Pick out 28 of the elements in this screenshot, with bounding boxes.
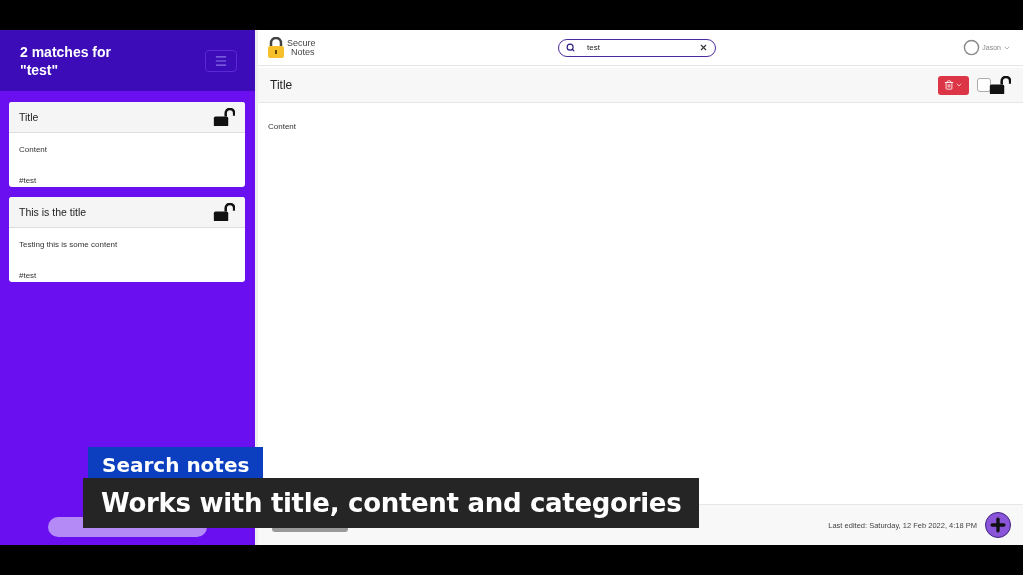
note-content: Testing this is some content [19,240,119,249]
note-card[interactable]: Title Content #test [9,102,245,187]
trash-icon [944,80,954,90]
note-title: Title [270,78,293,92]
logo-text: Notes [290,47,316,57]
caption-text: Works with title, content and categories [83,478,700,528]
clear-icon[interactable] [699,42,708,52]
logo-text: Secure [287,38,316,48]
delete-button[interactable] [938,75,969,95]
padlock-logo-icon [268,37,284,58]
caret-icon [955,81,963,89]
menu-icon [214,53,228,68]
open-padlock-icon[interactable] [213,107,235,127]
note-card[interactable]: This is the title Testing this is some content #test [9,197,245,282]
checkbox[interactable] [977,78,991,92]
note-content: Content [268,122,297,131]
note-tag: #test [19,176,235,185]
note-tag: #test [19,271,235,280]
open-padlock-icon[interactable] [213,202,235,222]
search-icon [566,42,575,52]
note-content: Content [19,145,49,154]
open-padlock-icon[interactable] [989,75,1011,95]
user-avatar-icon[interactable] [963,39,981,56]
note-title: Title [19,111,39,123]
sidebar-heading: 2 matches for "test" [20,42,113,79]
search-field[interactable]: test [558,38,716,57]
note-title: This is the title [19,206,87,218]
add-button[interactable] [985,512,1011,538]
